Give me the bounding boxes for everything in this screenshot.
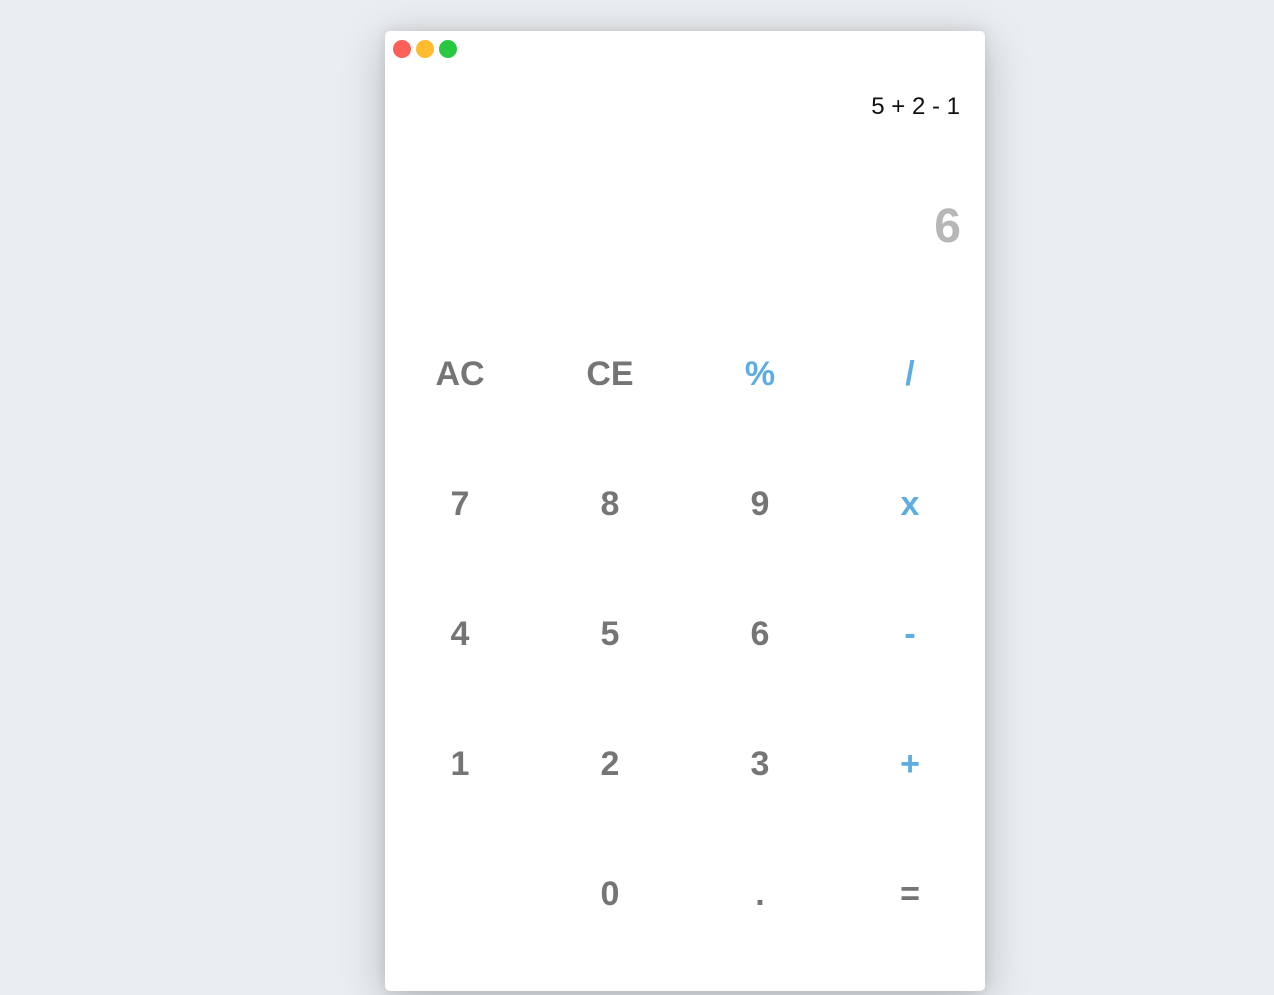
keypad: AC CE % / 7 8 9 x 4 5 6 - 1 2 3 + 0 . = xyxy=(385,309,985,959)
digit-9-button[interactable]: 9 xyxy=(685,439,835,569)
maximize-window-icon[interactable] xyxy=(439,40,457,58)
decimal-point-button[interactable]: . xyxy=(685,829,835,959)
digit-1-button[interactable]: 1 xyxy=(385,699,535,829)
digit-3-button[interactable]: 3 xyxy=(685,699,835,829)
digit-5-button[interactable]: 5 xyxy=(535,569,685,699)
calculator-window: 5 + 2 - 1 6 AC CE % / 7 8 9 x 4 5 6 - 1 … xyxy=(385,31,985,991)
close-window-icon[interactable] xyxy=(393,40,411,58)
percent-button[interactable]: % xyxy=(685,309,835,439)
clear-entry-button[interactable]: CE xyxy=(535,309,685,439)
all-clear-button[interactable]: AC xyxy=(385,309,535,439)
equals-button[interactable]: = xyxy=(835,829,985,959)
digit-6-button[interactable]: 6 xyxy=(685,569,835,699)
divide-button[interactable]: / xyxy=(835,309,985,439)
digit-8-button[interactable]: 8 xyxy=(535,439,685,569)
digit-4-button[interactable]: 4 xyxy=(385,569,535,699)
window-controls xyxy=(393,40,457,58)
digit-0-button[interactable]: 0 xyxy=(535,829,685,959)
multiply-button[interactable]: x xyxy=(835,439,985,569)
subtract-button[interactable]: - xyxy=(835,569,985,699)
minimize-window-icon[interactable] xyxy=(416,40,434,58)
digit-7-button[interactable]: 7 xyxy=(385,439,535,569)
expression-display: 5 + 2 - 1 xyxy=(871,93,960,120)
digit-2-button[interactable]: 2 xyxy=(535,699,685,829)
add-button[interactable]: + xyxy=(835,699,985,829)
empty-key-slot xyxy=(385,829,535,959)
result-display: 6 xyxy=(934,200,961,253)
